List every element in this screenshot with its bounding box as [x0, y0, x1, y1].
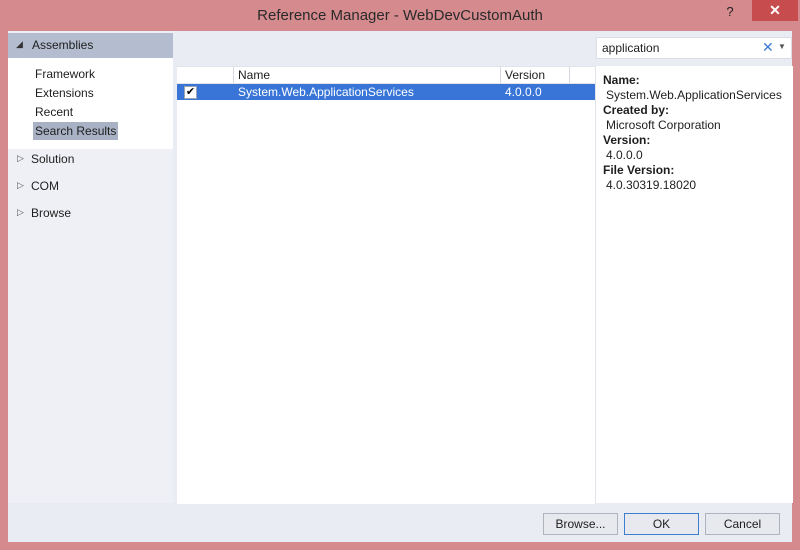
dropdown-arrow-icon[interactable]: ▼	[778, 42, 786, 51]
expanded-triangle-icon: ◢	[16, 39, 23, 49]
nav-section-label: Assemblies	[32, 38, 94, 52]
nav-section-solution[interactable]: ▷ Solution	[8, 149, 173, 171]
detail-created-by-label: Created by:	[603, 103, 670, 117]
nav-section-label: Browse	[31, 206, 72, 220]
nav-item-search-results[interactable]: Search Results	[33, 122, 119, 140]
left-navigation: ◢ Assemblies Framework Extensions Recent…	[8, 31, 173, 503]
clear-search-icon[interactable]: ✕	[762, 39, 774, 56]
nav-section-assemblies[interactable]: ◢ Assemblies	[8, 33, 173, 58]
assemblies-subitems: Framework Extensions Recent Search Resul…	[8, 58, 173, 149]
detail-name-label: Name:	[603, 73, 640, 87]
nav-section-com[interactable]: ▷ COM	[8, 176, 173, 198]
title-bar[interactable]: Reference Manager - WebDevCustomAuth ? ✕	[0, 0, 800, 31]
window-title: Reference Manager - WebDevCustomAuth	[257, 7, 543, 24]
column-header-name[interactable]: Name	[238, 68, 270, 82]
nav-item-extensions[interactable]: Extensions	[33, 84, 96, 102]
detail-file-version-label: File Version:	[603, 163, 675, 177]
detail-version-label: Version:	[603, 133, 651, 147]
assembly-name-cell: System.Web.ApplicationServices	[238, 85, 414, 99]
column-separator[interactable]	[569, 67, 570, 83]
details-pane: Name: System.Web.ApplicationServices Cre…	[595, 66, 793, 503]
collapsed-triangle-icon: ▷	[17, 207, 24, 217]
cancel-button[interactable]: Cancel	[705, 513, 780, 535]
assembly-list: Name Version ✔ System.Web.ApplicationSer…	[177, 66, 595, 504]
reference-manager-window: Reference Manager - WebDevCustomAuth ? ✕…	[0, 0, 800, 550]
assembly-version-cell: 4.0.0.0	[505, 85, 542, 99]
detail-file-version-value: 4.0.30319.18020	[606, 178, 697, 192]
detail-version-value: 4.0.0.0	[606, 148, 643, 162]
column-separator[interactable]	[500, 67, 501, 83]
nav-section-label: Solution	[31, 152, 75, 166]
nav-item-recent[interactable]: Recent	[33, 103, 75, 121]
column-header-version[interactable]: Version	[505, 68, 545, 82]
collapsed-triangle-icon: ▷	[17, 153, 24, 163]
browse-button[interactable]: Browse...	[543, 513, 618, 535]
include-checkbox[interactable]: ✔	[184, 86, 197, 99]
nav-section-browse[interactable]: ▷ Browse	[8, 203, 173, 225]
column-separator[interactable]	[233, 67, 234, 83]
list-header: Name Version	[177, 67, 595, 84]
ok-button[interactable]: OK	[624, 513, 699, 535]
search-input[interactable]: application	[602, 41, 659, 55]
collapsed-triangle-icon: ▷	[17, 180, 24, 190]
search-box[interactable]: application ✕ ▼	[596, 37, 792, 59]
dialog-client-area: ◢ Assemblies Framework Extensions Recent…	[8, 31, 793, 542]
nav-section-label: COM	[31, 179, 59, 193]
table-row[interactable]: ✔ System.Web.ApplicationServices 4.0.0.0	[177, 84, 595, 100]
close-button[interactable]: ✕	[752, 0, 798, 21]
nav-item-framework[interactable]: Framework	[33, 65, 97, 83]
detail-name-value: System.Web.ApplicationServices	[606, 88, 782, 102]
help-button[interactable]: ?	[717, 2, 743, 22]
detail-created-by-value: Microsoft Corporation	[606, 118, 721, 132]
